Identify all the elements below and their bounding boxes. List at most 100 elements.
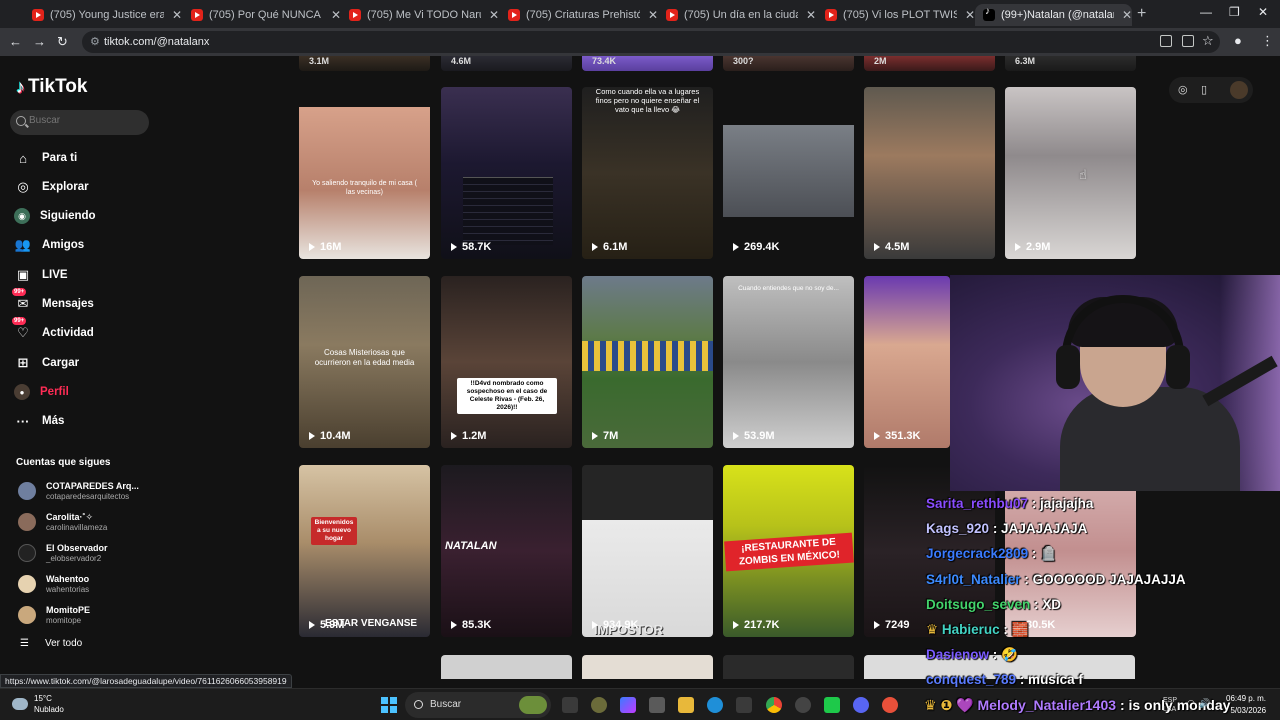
video-thumbnail[interactable]: Cuando entiendes que no soy de... 53.9M (723, 276, 854, 448)
device-icon[interactable]: ▯ (1201, 83, 1207, 96)
nav-mensajes[interactable]: ✉ 99+ Mensajes (12, 288, 94, 315)
video-thumbnail[interactable]: !!D4vd nombrado como sospechoso en el ca… (441, 276, 572, 448)
weather-widget[interactable]: 15°C Nublado (12, 693, 64, 715)
close-icon[interactable]: ✕ (648, 8, 658, 22)
address-bar[interactable]: ⚙ tiktok.com/@natalanx (82, 31, 1220, 53)
video-thumbnail-partial[interactable]: 73.4K (582, 56, 713, 71)
tiktok-logo[interactable]: ♪ TikTok (16, 76, 87, 98)
wifi-icon[interactable]: ◠ (1187, 698, 1195, 709)
file-explorer-icon[interactable] (678, 697, 694, 713)
minimize-icon[interactable]: — (1200, 5, 1212, 19)
browser-tab[interactable]: (705) Criaturas Prehistóricas Q✕ (500, 4, 658, 26)
bookmark-star-icon[interactable]: ☆ (1202, 33, 1214, 49)
install-icon[interactable] (1182, 35, 1194, 47)
app-icon[interactable] (736, 697, 752, 713)
video-thumbnail[interactable]: 2.9M (1005, 87, 1136, 259)
discord-icon[interactable] (853, 697, 869, 713)
video-thumbnail[interactable]: NATALAN 85.3K (441, 465, 572, 637)
chrome-icon[interactable] (766, 697, 782, 713)
search-input[interactable] (29, 115, 139, 126)
search-box[interactable] (10, 110, 149, 135)
nav-mas[interactable]: ··· Más (14, 410, 65, 432)
profile-avatar-icon[interactable]: ● (1234, 33, 1242, 48)
url-text[interactable]: tiktok.com/@natalanx (104, 36, 209, 48)
browser-tab[interactable]: (705) Vi los PLOT TWIST más Bl✕ (817, 4, 975, 26)
back-icon[interactable]: ← (9, 34, 22, 49)
nav-amigos[interactable]: 👥 Amigos (14, 234, 84, 256)
menu-kebab-icon[interactable]: ⋮ (1261, 33, 1274, 49)
followed-account[interactable]: COTAPAREDES Arq... cotaparedesarquitectos (18, 478, 139, 504)
nav-live[interactable]: ▣ LIVE (14, 264, 68, 286)
video-thumbnail-partial[interactable] (723, 655, 854, 679)
view-count: 16M (309, 241, 341, 253)
browser-tab[interactable]: (705) Young Justice era la serie✕ (24, 4, 182, 26)
followed-account[interactable]: MomitoPE momitope (18, 602, 90, 628)
browser-tab[interactable]: (705) Un día en la ciudad más C✕ (658, 4, 816, 26)
video-thumbnail[interactable]: 269.4K (723, 87, 854, 259)
nav-explorar[interactable]: ◎ Explorar (14, 176, 88, 198)
store-icon[interactable] (649, 697, 665, 713)
maximize-icon[interactable]: ❐ (1229, 5, 1240, 19)
close-icon[interactable]: ✕ (489, 8, 499, 22)
app-icon[interactable] (882, 697, 898, 713)
copilot-icon[interactable] (620, 697, 636, 713)
translate-icon[interactable] (1160, 35, 1172, 47)
browser-tab[interactable]: (705) Me Vi TODO Naruto y no✕ (341, 4, 499, 26)
avatar[interactable] (1230, 81, 1248, 99)
system-clock[interactable]: 06:49 p. m. 5/03/2026 (1226, 693, 1266, 717)
followed-account[interactable]: Carolita·˚✧ carolinavillameza (18, 509, 107, 535)
app-icon[interactable] (824, 697, 840, 713)
new-tab-icon[interactable]: + (1137, 5, 1146, 23)
close-icon[interactable]: ✕ (806, 8, 816, 22)
browser-tab-active[interactable]: (99+)Natalan (@natalanx) | TikT✕ (975, 4, 1132, 26)
browser-tab[interactable]: (705) Por Qué NUNCA Debes M✕ (183, 4, 341, 26)
close-icon[interactable]: ✕ (331, 8, 341, 22)
video-thumbnail-partial[interactable]: 2M (864, 56, 995, 71)
activity-icon: ♡ 99+ (12, 317, 29, 340)
windows-start-icon[interactable] (381, 697, 397, 713)
site-info-icon[interactable]: ⚙ (90, 35, 100, 48)
nav-siguiendo[interactable]: ◉ Siguiendo (14, 205, 96, 227)
video-thumbnail[interactable]: Como cuando ella va a lugares finos pero… (582, 87, 713, 259)
video-thumbnail[interactable]: 58.7K (441, 87, 572, 259)
video-thumbnail[interactable]: 4.5M (864, 87, 995, 259)
video-thumbnail[interactable]: Yo saliendo tranquilo de mi casa ( las v… (299, 87, 430, 259)
reload-icon[interactable]: ↻ (57, 34, 68, 50)
window-close-icon[interactable]: ✕ (1258, 5, 1268, 19)
close-icon[interactable]: ✕ (1122, 8, 1132, 22)
edge-icon[interactable] (707, 697, 723, 713)
video-thumbnail[interactable]: Bienvenidos a su nuevo hogar ESTAR VENGA… (299, 465, 430, 637)
followed-account[interactable]: El Observador _elobservador2 (18, 540, 108, 566)
coin-icon[interactable]: ◎ (1178, 83, 1188, 96)
nav-para-ti[interactable]: ⌂ Para ti (14, 147, 77, 169)
nav-perfil[interactable]: ● Perfil (14, 381, 69, 403)
see-all-button[interactable]: ☰ Ver todo (20, 638, 82, 649)
video-thumbnail[interactable]: IMPOSTOR 934.9K (582, 465, 713, 637)
video-thumbnail-partial[interactable]: 6.3M (1005, 56, 1136, 71)
settings-icon[interactable] (795, 697, 811, 713)
friends-icon: 👥 (14, 237, 32, 252)
video-thumbnail-partial[interactable]: 3.1M (299, 56, 430, 71)
volume-icon[interactable]: 🔊 (1199, 698, 1210, 709)
app-icon[interactable] (591, 697, 607, 713)
video-thumbnail-partial[interactable] (582, 655, 713, 679)
video-thumbnail-partial[interactable] (441, 655, 572, 679)
nav-cargar[interactable]: ⊞ Cargar (14, 352, 80, 374)
chat-message: Doitsugo_seven : XD (926, 597, 1062, 612)
video-thumbnail-partial[interactable]: 4.6M (441, 56, 572, 71)
taskbar-search[interactable]: Buscar (405, 692, 551, 718)
view-count: 351.3K (874, 430, 920, 442)
language-indicator[interactable]: ESP LAA (1163, 696, 1177, 714)
forward-icon[interactable]: → (33, 34, 46, 49)
video-thumbnail[interactable]: 7M (582, 276, 713, 448)
nav-actividad[interactable]: ♡ 99+ Actividad (12, 317, 94, 344)
close-icon[interactable]: ✕ (172, 8, 182, 22)
video-thumbnail[interactable]: 351.3K (864, 276, 950, 448)
followed-account[interactable]: Wahentoo wahentorias (18, 571, 89, 597)
close-icon[interactable]: ✕ (965, 8, 975, 22)
task-view-icon[interactable] (562, 697, 578, 713)
video-thumbnail-partial[interactable]: 300? (723, 56, 854, 71)
browser-toolbar: ← → ↻ ⚙ tiktok.com/@natalanx ☆ ● ⋮ (0, 28, 1280, 56)
video-thumbnail[interactable]: Cosas Misteriosas que ocurrieron en la e… (299, 276, 430, 448)
video-thumbnail[interactable]: ¡RESTAURANTE DE ZOMBIS EN MÉXICO! 217.7K (723, 465, 854, 637)
